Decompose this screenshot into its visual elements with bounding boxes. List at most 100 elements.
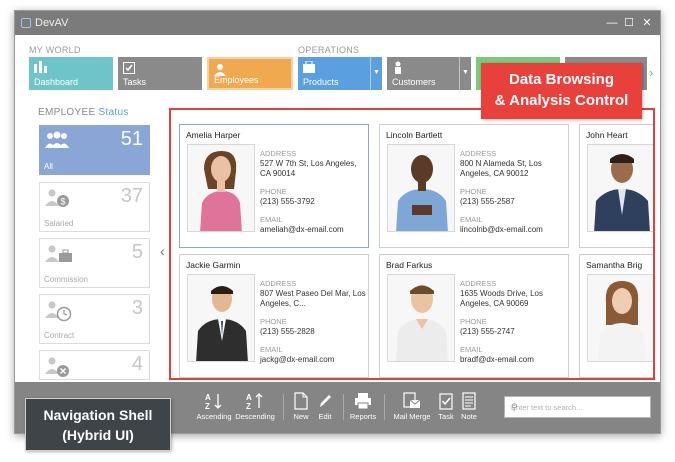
phone-label: PHONE <box>260 187 287 196</box>
note-icon <box>462 392 476 410</box>
contract-icon <box>45 301 72 322</box>
sort-ascending-button[interactable]: AZ Ascending <box>196 392 232 421</box>
employee-photo <box>587 144 653 232</box>
new-document-icon <box>294 392 308 410</box>
tile-label: Products <box>303 77 339 87</box>
button-label: Descending <box>235 412 275 421</box>
employee-card[interactable]: Amelia Harper ADDRESS 527 W 7th St, Los … <box>179 124 369 248</box>
phone-label: PHONE <box>460 187 487 196</box>
svg-text:A: A <box>205 393 211 402</box>
employee-name: Lincoln Bartlett <box>386 130 443 140</box>
customers-dropdown-button[interactable]: ▼ <box>459 57 471 90</box>
status-count: 5 <box>131 241 143 263</box>
employee-address: 807 West Paseo Del Mar, Los Angeles, C..… <box>260 289 366 308</box>
employee-name: Brad Farkus <box>386 260 433 270</box>
callout-line: Data Browsing <box>508 71 614 88</box>
data-browsing-area: Amelia Harper ADDRESS 527 W 7th St, Los … <box>169 108 655 380</box>
sort-descending-button[interactable]: AZ Descending <box>235 392 275 421</box>
search-input[interactable]: Enter text to search... ⚲ <box>504 396 651 418</box>
task-button[interactable]: Task <box>436 392 456 421</box>
edit-button[interactable]: Edit <box>314 392 336 421</box>
employee-photo <box>187 144 255 232</box>
email-label: EMAIL <box>460 215 483 224</box>
status-label: Commission <box>44 275 89 284</box>
status-filter-commission[interactable]: 5 Commission <box>39 238 150 288</box>
status-filter-salaried[interactable]: $ 37 Salaried <box>39 182 150 232</box>
commission-icon <box>45 245 72 262</box>
task-icon <box>439 393 453 410</box>
callout-line: (Hybrid UI) <box>62 427 134 443</box>
toolbar-separator <box>343 394 344 420</box>
status-header: EMPLOYEE Status <box>38 107 129 118</box>
employee-card[interactable]: John Heart <box>579 124 653 248</box>
employee-photo <box>387 144 455 232</box>
status-label: All <box>44 162 53 171</box>
button-label: Mail Merge <box>393 412 431 421</box>
employee-info: ADDRESS 800 N Alameda St, Los Angeles, C… <box>460 147 568 235</box>
products-dropdown-button[interactable]: ▼ <box>370 57 382 90</box>
search-icon[interactable]: ⚲ <box>511 402 644 413</box>
close-button[interactable]: ✕ <box>640 16 654 30</box>
reports-button[interactable]: Reports <box>348 392 378 421</box>
scroll-left-icon[interactable]: ‹ <box>160 243 165 259</box>
pencil-icon <box>320 395 331 407</box>
customers-icon <box>395 61 401 74</box>
note-button[interactable]: Note <box>459 392 479 421</box>
employee-address: 1635 Woods Drive, Los Angeles, CA 90069 <box>460 289 544 308</box>
employee-photo <box>387 274 455 362</box>
status-filter-all[interactable]: 51 All <box>39 125 150 175</box>
employee-info: ADDRESS 527 W 7th St, Los Angeles, CA 90… <box>260 147 368 235</box>
nav-scroll-right-icon[interactable]: › <box>649 65 653 80</box>
sort-descending-icon: AZ <box>246 393 263 410</box>
mail-merge-button[interactable]: Mail Merge <box>391 392 433 421</box>
svg-text:$: $ <box>61 197 66 207</box>
employee-info: ADDRESS 807 West Paseo Del Mar, Los Ange… <box>260 277 368 365</box>
employee-name: Samantha Brig <box>586 260 643 270</box>
svg-text:A: A <box>246 393 252 402</box>
status-count: 37 <box>120 185 143 207</box>
status-filter-contract[interactable]: 3 Contract <box>39 294 150 344</box>
tasks-icon <box>123 62 135 74</box>
employee-name: Jackie Garmin <box>186 260 241 270</box>
app-logo-icon <box>21 18 31 28</box>
svg-text:Z: Z <box>246 402 251 410</box>
employee-card[interactable]: Brad Farkus ADDRESS 1635 Woods Drive, Lo… <box>379 254 569 378</box>
employee-email: bradf@dx-email.com <box>460 355 534 364</box>
employee-phone: (213) 555-3792 <box>260 197 315 206</box>
status-label: Salaried <box>44 219 74 228</box>
employee-address: 527 W 7th St, Los Angeles, CA 90014 <box>260 159 357 178</box>
employee-phone: (213) 555-2587 <box>460 197 515 206</box>
printer-icon <box>355 393 371 410</box>
address-label: ADDRESS <box>260 279 297 288</box>
tile-label: Tasks <box>123 77 147 87</box>
mail-merge-icon <box>403 392 421 408</box>
tile-products[interactable]: Products ▼ <box>298 57 382 90</box>
tile-tasks[interactable]: Tasks <box>118 57 202 90</box>
email-label: EMAIL <box>460 345 483 354</box>
button-label: Ascending <box>196 412 232 421</box>
window-title: DevAV <box>35 17 69 29</box>
group-label-my-world: MY WORLD <box>29 45 81 55</box>
phone-label: PHONE <box>460 317 487 326</box>
address-label: ADDRESS <box>460 149 497 158</box>
tile-dashboard[interactable]: Dashboard <box>29 57 113 90</box>
status-count: 51 <box>120 128 143 150</box>
title-bar: DevAV — ☐ ✕ <box>15 11 660 35</box>
employee-card[interactable]: Jackie Garmin ADDRESS 807 West Paseo Del… <box>179 254 369 378</box>
button-label: Note <box>461 412 477 421</box>
employee-card[interactable]: Samantha Brig <box>579 254 653 378</box>
status-filter-terminated[interactable]: 4 <box>39 350 150 380</box>
button-label: Reports <box>349 412 377 421</box>
callout-data-browsing: Data Browsing & Analysis Control <box>481 63 642 119</box>
employee-name: Amelia Harper <box>186 130 241 140</box>
email-label: EMAIL <box>260 345 283 354</box>
minimize-button[interactable]: — <box>605 16 619 30</box>
status-label: Contract <box>44 331 75 340</box>
tile-employees[interactable]: Employees <box>207 57 293 90</box>
employee-card[interactable]: Lincoln Bartlett ADDRESS 800 N Alameda S… <box>379 124 569 248</box>
maximize-button[interactable]: ☐ <box>622 16 636 30</box>
tile-customers[interactable]: Customers ▼ <box>387 57 471 90</box>
status-title: EMPLOYEE <box>38 107 96 118</box>
button-label: Edit <box>318 412 332 421</box>
new-button[interactable]: New <box>290 392 312 421</box>
